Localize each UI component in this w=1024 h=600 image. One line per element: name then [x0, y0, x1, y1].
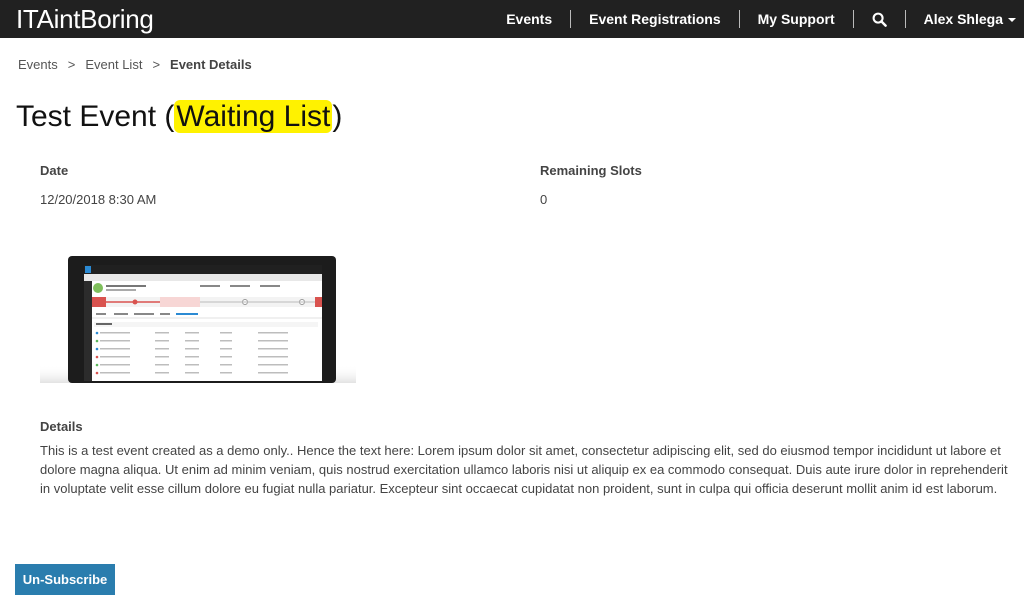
user-menu[interactable]: Alex Shlega — [906, 11, 1016, 27]
remaining-slots-value: 0 — [540, 192, 548, 207]
main-nav: Events Event Registrations My Support Al… — [488, 0, 1016, 38]
event-image — [40, 256, 356, 383]
search-button[interactable] — [854, 12, 905, 27]
caret-down-icon — [1008, 18, 1016, 22]
title-suffix: ) — [332, 100, 343, 133]
title-prefix: Test Event ( — [16, 100, 175, 133]
details-text: This is a test event created as a demo o… — [40, 443, 1008, 496]
title-highlight: Waiting List — [174, 100, 333, 133]
date-label: Date — [40, 163, 69, 178]
details-label: Details — [40, 419, 83, 434]
unsubscribe-button[interactable]: Un-Subscribe — [15, 564, 115, 595]
breadcrumb-event-list[interactable]: Event List — [85, 57, 142, 72]
nav-item-events[interactable]: Events — [488, 10, 570, 28]
breadcrumb-events[interactable]: Events — [18, 57, 58, 72]
page-title: Test Event (Waiting List) — [16, 100, 342, 134]
top-navbar: ITAintBoring Events Event Registrations … — [0, 0, 1024, 38]
brand-logo[interactable]: ITAintBoring — [16, 4, 154, 35]
breadcrumb-separator: > — [152, 57, 161, 72]
nav-item-my-support[interactable]: My Support — [740, 10, 853, 28]
remaining-slots-label: Remaining Slots — [540, 163, 642, 178]
date-value: 12/20/2018 8:30 AM — [40, 192, 157, 207]
breadcrumb: Events > Event List > Event Details — [18, 57, 252, 72]
user-name: Alex Shlega — [923, 11, 1003, 27]
breadcrumb-separator: > — [67, 57, 76, 72]
breadcrumb-current: Event Details — [170, 57, 252, 72]
search-icon — [872, 12, 887, 27]
nav-item-event-registrations[interactable]: Event Registrations — [571, 10, 738, 28]
